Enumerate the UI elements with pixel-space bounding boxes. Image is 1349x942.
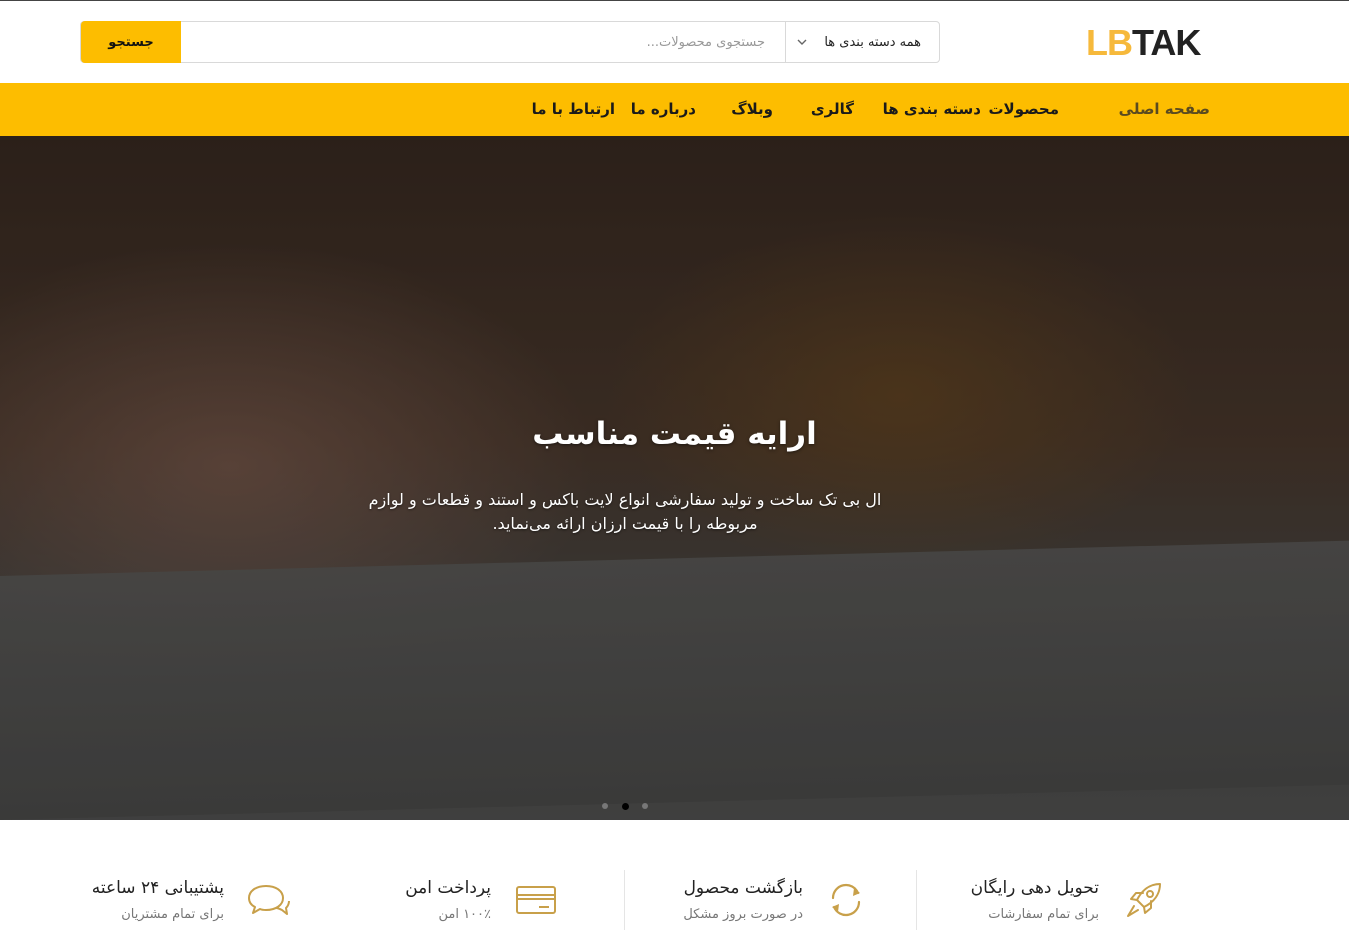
hero-slider[interactable]: ارایه قیمت مناسب ال بی تک ساخت و تولید س…	[0, 136, 1349, 820]
feature-product-return: بازگشت محصول در صورت بروز مشکل	[650, 870, 880, 930]
site-header: LBTAK جستجو همه دسته بندی ها	[0, 1, 1349, 83]
refresh-icon	[831, 883, 861, 917]
nav-item-blog[interactable]: وبلاگ	[731, 83, 773, 136]
main-nav: صفحه اصلی محصولات دسته بندی ها گالری وبل…	[0, 83, 1349, 136]
site-logo[interactable]: LBTAK	[1086, 22, 1201, 63]
search-button[interactable]: جستجو	[81, 21, 181, 63]
nav-item-home[interactable]: صفحه اصلی	[1119, 83, 1210, 136]
hero-title: ارایه قیمت مناسب	[532, 416, 817, 452]
chat-bubbles-icon	[248, 885, 290, 915]
feature-title: پرداخت امن	[405, 878, 491, 898]
slider-dot[interactable]	[602, 803, 608, 809]
feature-title: پشتیبانی ۲۴ ساعته	[91, 878, 224, 898]
hero-overlay	[0, 136, 1349, 820]
feature-subtitle: در صورت بروز مشکل	[683, 907, 803, 922]
nav-item-about[interactable]: درباره ما	[631, 83, 696, 136]
feature-secure-payment: پرداخت امن ۱۰۰٪ امن	[380, 870, 580, 930]
hero-description: ال بی تک ساخت و تولید سفارشی انواع لایت …	[368, 490, 882, 533]
feature-title: بازگشت محصول	[683, 878, 803, 898]
nav-item-categories[interactable]: دسته بندی ها	[883, 83, 981, 136]
feature-support: پشتیبانی ۲۴ ساعته برای تمام مشتریان	[60, 870, 290, 930]
feature-title: تحویل دهی رایگان	[970, 878, 1099, 898]
category-select-label: همه دسته بندی ها	[824, 34, 921, 50]
features-bar: تحویل دهی رایگان برای تمام سفارشات بازگش…	[0, 820, 1349, 942]
feature-subtitle: برای تمام سفارشات	[988, 907, 1099, 922]
category-select[interactable]: همه دسته بندی ها	[785, 22, 939, 62]
search-bar: جستجو همه دسته بندی ها	[80, 21, 940, 63]
slider-dot-active[interactable]	[621, 802, 629, 810]
feature-subtitle: برای تمام مشتریان	[121, 907, 224, 922]
nav-item-gallery[interactable]: گالری	[811, 83, 854, 136]
slider-dot[interactable]	[642, 803, 648, 809]
rocket-icon	[1127, 883, 1161, 917]
nav-item-contact[interactable]: ارتباط با ما	[532, 83, 615, 136]
credit-card-icon	[516, 886, 556, 914]
logo-text-lb: LB	[1086, 22, 1133, 63]
feature-subtitle: ۱۰۰٪ امن	[438, 907, 491, 922]
logo-text-tak: TAK	[1132, 22, 1201, 63]
chevron-down-icon	[797, 39, 807, 45]
nav-item-products[interactable]: محصولات	[988, 83, 1059, 136]
search-input[interactable]	[181, 22, 785, 62]
feature-divider	[916, 870, 917, 930]
feature-free-delivery: تحویل دهی رایگان برای تمام سفارشات	[940, 870, 1170, 930]
feature-divider	[624, 870, 625, 930]
slider-dots	[602, 802, 648, 810]
